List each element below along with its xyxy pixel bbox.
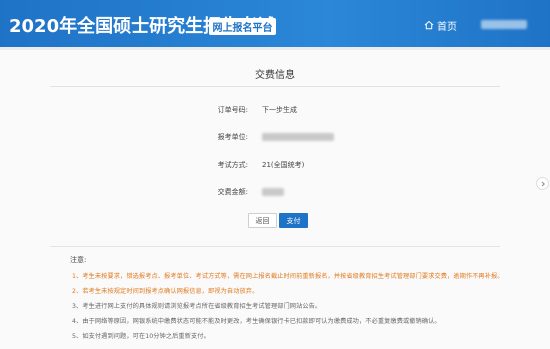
order-number-row: 订单号码: 下一步生成 bbox=[0, 103, 550, 117]
nav-home-label: 首页 bbox=[437, 21, 457, 33]
note-item: 1、考生未按要求，错选报考点、报考单位、考试方式等，需在网上报名截止时间前重新报… bbox=[72, 273, 504, 280]
top-header: 2020年全国硕士研究生招生考试 网上报名平台 首页 bbox=[0, 0, 550, 47]
home-icon bbox=[424, 20, 434, 30]
unit-label: 报考单位: bbox=[217, 133, 248, 141]
nav-home-link[interactable]: 首页 bbox=[424, 18, 457, 33]
back-button[interactable]: 返回 bbox=[248, 213, 277, 228]
amount-row: 交费金额: bbox=[0, 185, 550, 199]
note-item: 5、如支付遇到问题，可在10分钟之后重新支付。 bbox=[72, 333, 210, 340]
exam-mode-label: 考试方式: bbox=[217, 161, 248, 169]
page-title: 交费信息 bbox=[255, 70, 295, 81]
note-item: 4、由于网络等原因，网银系统中缴费状态可能不能及时更改，考生确保银行卡已扣款即可… bbox=[72, 318, 441, 325]
side-scroll-button[interactable] bbox=[536, 177, 549, 190]
title-divider bbox=[50, 86, 500, 87]
note-item: 3、考生进行网上支付的具体规则请浏览报考点所在省级教育招生考试管理部门网站公告。 bbox=[72, 303, 322, 310]
order-number-value: 下一步生成 bbox=[262, 106, 297, 114]
unit-value-redacted bbox=[262, 133, 334, 141]
chevron-right-icon bbox=[541, 181, 545, 186]
exam-mode-value: 21(全国统考) bbox=[262, 161, 305, 169]
notes-divider bbox=[50, 246, 500, 247]
amount-value-redacted bbox=[262, 188, 284, 196]
user-menu-redacted[interactable] bbox=[481, 20, 527, 29]
unit-row: 报考单位: bbox=[0, 130, 550, 144]
amount-label: 交费金额: bbox=[217, 188, 248, 196]
notes-heading: 注意: bbox=[70, 256, 87, 264]
order-number-label: 订单号码: bbox=[217, 106, 248, 114]
pay-button[interactable]: 支付 bbox=[279, 213, 308, 228]
platform-badge: 网上报名平台 bbox=[209, 18, 276, 35]
exam-mode-row: 考试方式: 21(全国统考) bbox=[0, 158, 550, 172]
note-item: 2、若考生未按规定时间到报考点确认网报信息，即视为自动放弃。 bbox=[72, 288, 259, 295]
